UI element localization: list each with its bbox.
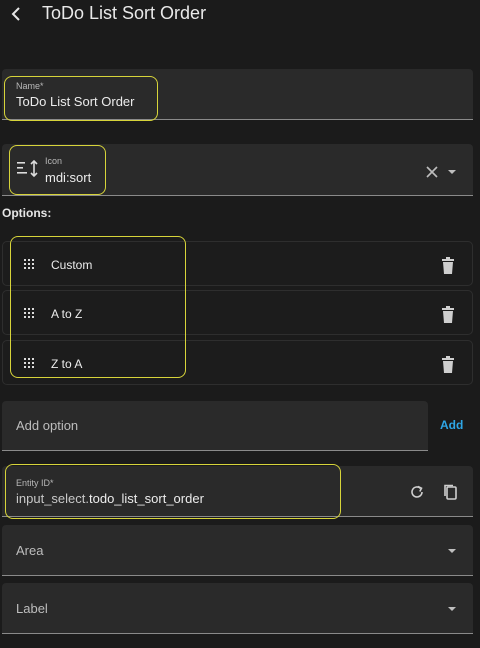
entity-id-prefix: input_select.: [16, 491, 89, 506]
drag-handle-icon[interactable]: [23, 307, 35, 321]
options-title: Options:: [2, 206, 52, 220]
option-label: Z to A: [51, 357, 83, 371]
page-header: ToDo List Sort Order: [0, 0, 480, 30]
option-label: Custom: [51, 258, 93, 272]
entity-id-field[interactable]: Entity ID* input_select.todo_list_sort_o…: [2, 466, 473, 517]
name-field-label: Name*: [16, 81, 44, 91]
trash-icon[interactable]: [440, 257, 456, 275]
chevron-left-icon[interactable]: [8, 5, 26, 23]
caret-down-icon[interactable]: [448, 549, 456, 553]
add-option-button[interactable]: Add: [440, 418, 463, 432]
copy-icon[interactable]: [442, 483, 458, 501]
option-row-custom: Custom: [2, 241, 473, 286]
option-row-a-to-z: A to Z: [2, 290, 473, 335]
page-title: ToDo List Sort Order: [42, 3, 207, 23]
icon-field-value: mdi:sort: [45, 170, 92, 185]
refresh-icon[interactable]: [409, 484, 425, 500]
option-label: A to Z: [51, 307, 83, 321]
name-field-value: ToDo List Sort Order: [16, 94, 135, 109]
trash-icon[interactable]: [440, 306, 456, 324]
icon-field[interactable]: Icon mdi:sort: [2, 144, 473, 196]
drag-handle-icon[interactable]: [23, 357, 35, 371]
entity-id-value: todo_list_sort_order: [89, 491, 204, 506]
name-field[interactable]: Name* ToDo List Sort Order: [2, 69, 473, 120]
entity-id-value-wrap: input_select.todo_list_sort_order: [16, 491, 204, 506]
add-option-placeholder: Add option: [16, 418, 79, 433]
drag-handle-icon[interactable]: [23, 258, 35, 272]
label-field-label: Label: [16, 601, 48, 616]
caret-down-icon[interactable]: [448, 170, 456, 174]
sort-icon: [17, 159, 38, 178]
area-label: Area: [16, 543, 44, 558]
close-icon[interactable]: [426, 166, 438, 178]
option-row-z-to-a: Z to A: [2, 340, 473, 385]
icon-field-label: Icon: [45, 156, 63, 166]
caret-down-icon[interactable]: [448, 607, 456, 611]
add-option-field[interactable]: Add option: [2, 401, 428, 451]
area-select[interactable]: Area: [2, 525, 473, 576]
label-select[interactable]: Label: [2, 583, 473, 634]
trash-icon[interactable]: [440, 356, 456, 374]
entity-id-label: Entity ID*: [16, 478, 54, 488]
